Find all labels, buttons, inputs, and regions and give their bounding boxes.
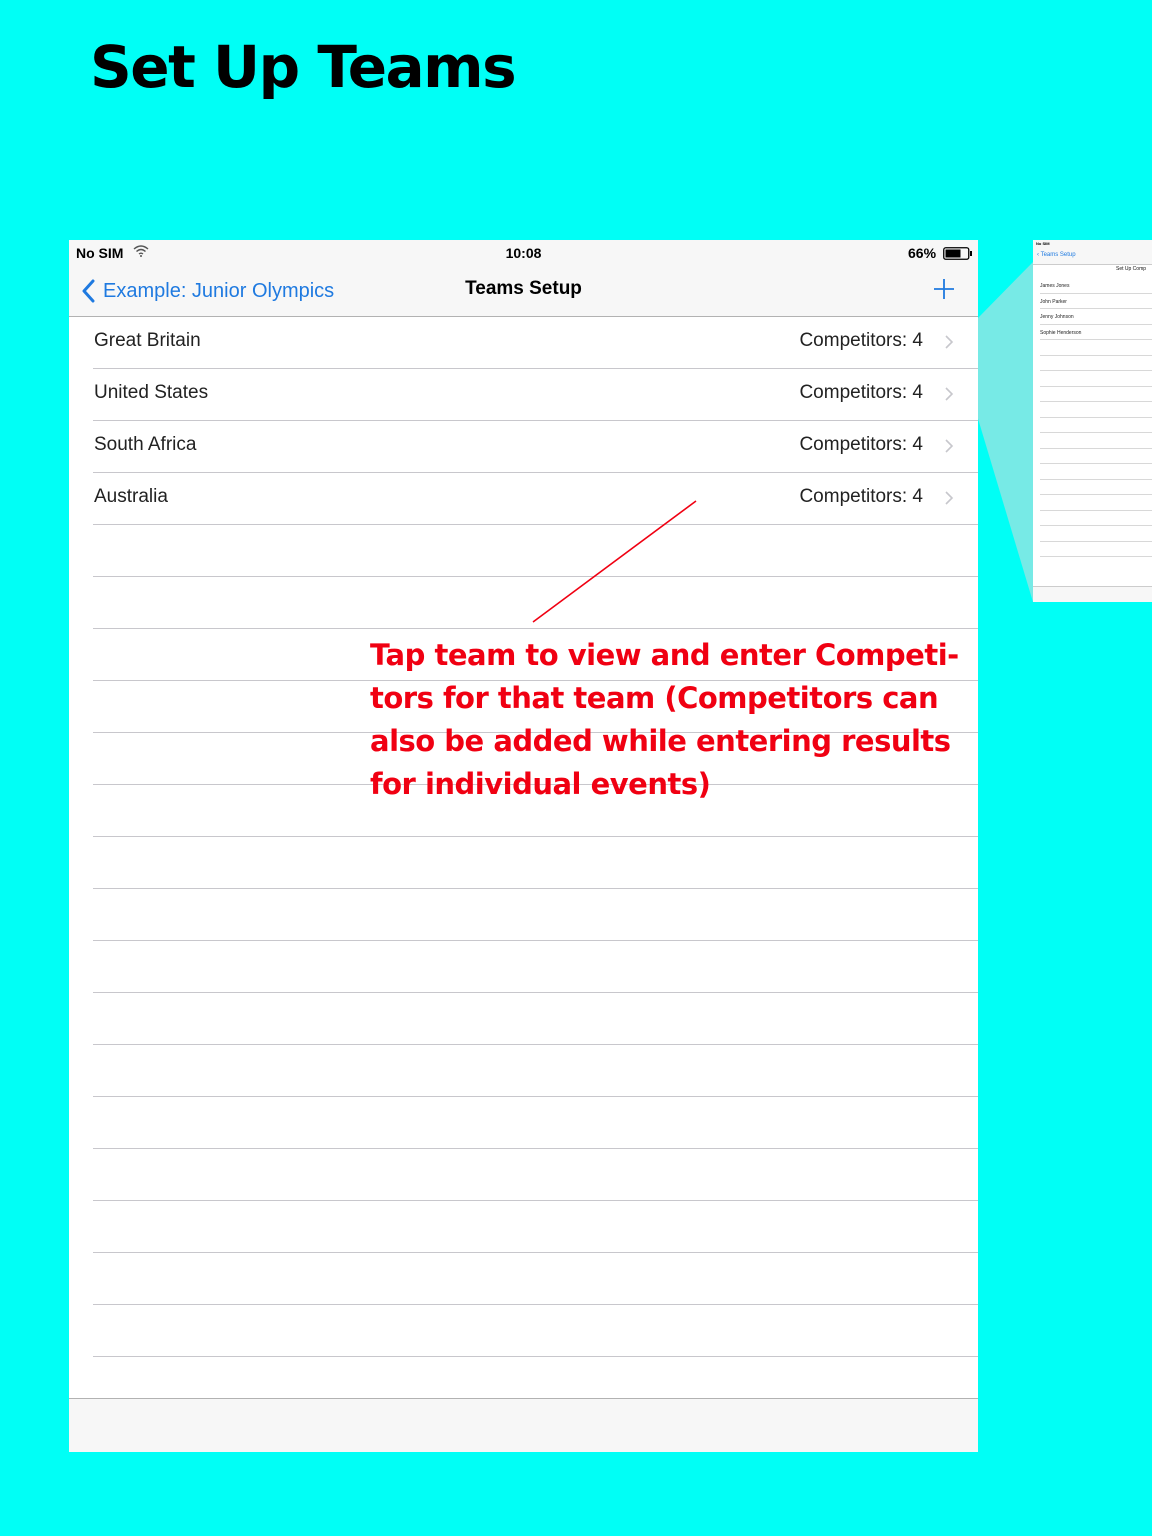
thumb-subtitle: Set Up Comp — [1116, 266, 1147, 272]
empty-row — [69, 1305, 978, 1357]
thumb-row — [1033, 449, 1152, 465]
callout-line: also be added while entering results — [370, 724, 951, 758]
team-name: Australia — [94, 486, 168, 507]
nav-title: Teams Setup — [465, 278, 582, 299]
thumb-nav-bar: ‹ Teams Setup — [1033, 248, 1152, 265]
competitor-count: Competitors: 4 — [799, 330, 923, 351]
empty-row — [69, 1149, 978, 1201]
thumb-back-label: Teams Setup — [1040, 252, 1076, 258]
thumb-row: Jenny Johnson — [1033, 309, 1152, 325]
empty-row — [69, 889, 978, 941]
ipad-screen: No SIM 10:08 66% Example: Junior Olympic… — [69, 240, 978, 1452]
team-row[interactable]: United States Competitors: 4 — [69, 369, 978, 421]
bottom-toolbar — [69, 1398, 978, 1452]
add-icon[interactable] — [931, 276, 957, 302]
competitors-screen-thumbnail: No SIM ‹ Teams Setup Set Up Comp James J… — [1033, 240, 1152, 602]
thumb-row — [1033, 356, 1152, 372]
thumb-row — [1033, 340, 1152, 356]
thumb-row — [1033, 371, 1152, 387]
thumb-row — [1033, 418, 1152, 434]
callout-line: tors for that team (Competitors can — [370, 681, 939, 715]
empty-row — [69, 577, 978, 629]
competitor-name: Jenny Johnson — [1040, 314, 1074, 320]
callout-line: for individual events) — [370, 767, 711, 801]
competitor-name: Sophie Henderson — [1040, 329, 1082, 336]
team-name: United States — [94, 382, 209, 403]
callout-annotation: Tap team to view and enter Competi- tors… — [370, 634, 970, 806]
chevron-right-icon — [945, 491, 954, 505]
thumb-row — [1033, 402, 1152, 418]
team-row[interactable]: Great Britain Competitors: 4 — [69, 317, 978, 369]
thumb-toolbar — [1033, 586, 1152, 602]
empty-row — [69, 525, 978, 577]
callout-line: Tap team to view and enter Competi- — [370, 638, 959, 672]
empty-row — [69, 1097, 978, 1149]
chevron-right-icon — [945, 335, 954, 349]
navigation-bar: Example: Junior Olympics Teams Setup — [69, 266, 978, 317]
thumb-row: Sophie Henderson — [1033, 325, 1152, 341]
thumb-competitor-list: James Jones John Parker Jenny Johnson So… — [1033, 278, 1152, 557]
thumb-row — [1033, 511, 1152, 527]
battery-percent: 66% — [908, 245, 937, 261]
competitor-count: Competitors: 4 — [799, 382, 923, 403]
thumb-row — [1033, 387, 1152, 403]
empty-row — [69, 1201, 978, 1253]
page-heading: Set Up Teams — [90, 33, 517, 101]
thumb-row: James Jones — [1033, 278, 1152, 294]
battery-icon — [943, 247, 972, 260]
thumb-row — [1033, 495, 1152, 511]
empty-row — [69, 1045, 978, 1097]
thumb-status-bar: No SIM — [1033, 240, 1152, 248]
team-name: South Africa — [94, 434, 197, 455]
empty-row — [69, 837, 978, 889]
thumb-row — [1033, 542, 1152, 558]
competitor-name: John Parker — [1040, 298, 1067, 305]
team-name: Great Britain — [94, 330, 201, 351]
thumb-row: John Parker — [1033, 294, 1152, 310]
team-list: Great Britain Competitors: 4 United Stat… — [69, 317, 978, 525]
chevron-right-icon — [945, 387, 954, 401]
competitor-count: Competitors: 4 — [799, 434, 923, 455]
team-row[interactable]: Australia Competitors: 4 — [69, 473, 978, 525]
competitor-count: Competitors: 4 — [799, 486, 923, 507]
thumb-row — [1033, 464, 1152, 480]
empty-row — [69, 941, 978, 993]
empty-row — [69, 1253, 978, 1305]
thumb-back-button: ‹ Teams Setup — [1037, 252, 1076, 258]
empty-row — [69, 993, 978, 1045]
chevron-right-icon — [945, 439, 954, 453]
thumb-row — [1033, 480, 1152, 496]
competitor-name: James Jones — [1040, 283, 1070, 289]
status-bar: No SIM 10:08 66% — [69, 240, 978, 266]
team-row[interactable]: South Africa Competitors: 4 — [69, 421, 978, 473]
thumb-row — [1033, 526, 1152, 542]
status-time: 10:08 — [505, 245, 542, 261]
thumb-row — [1033, 433, 1152, 449]
